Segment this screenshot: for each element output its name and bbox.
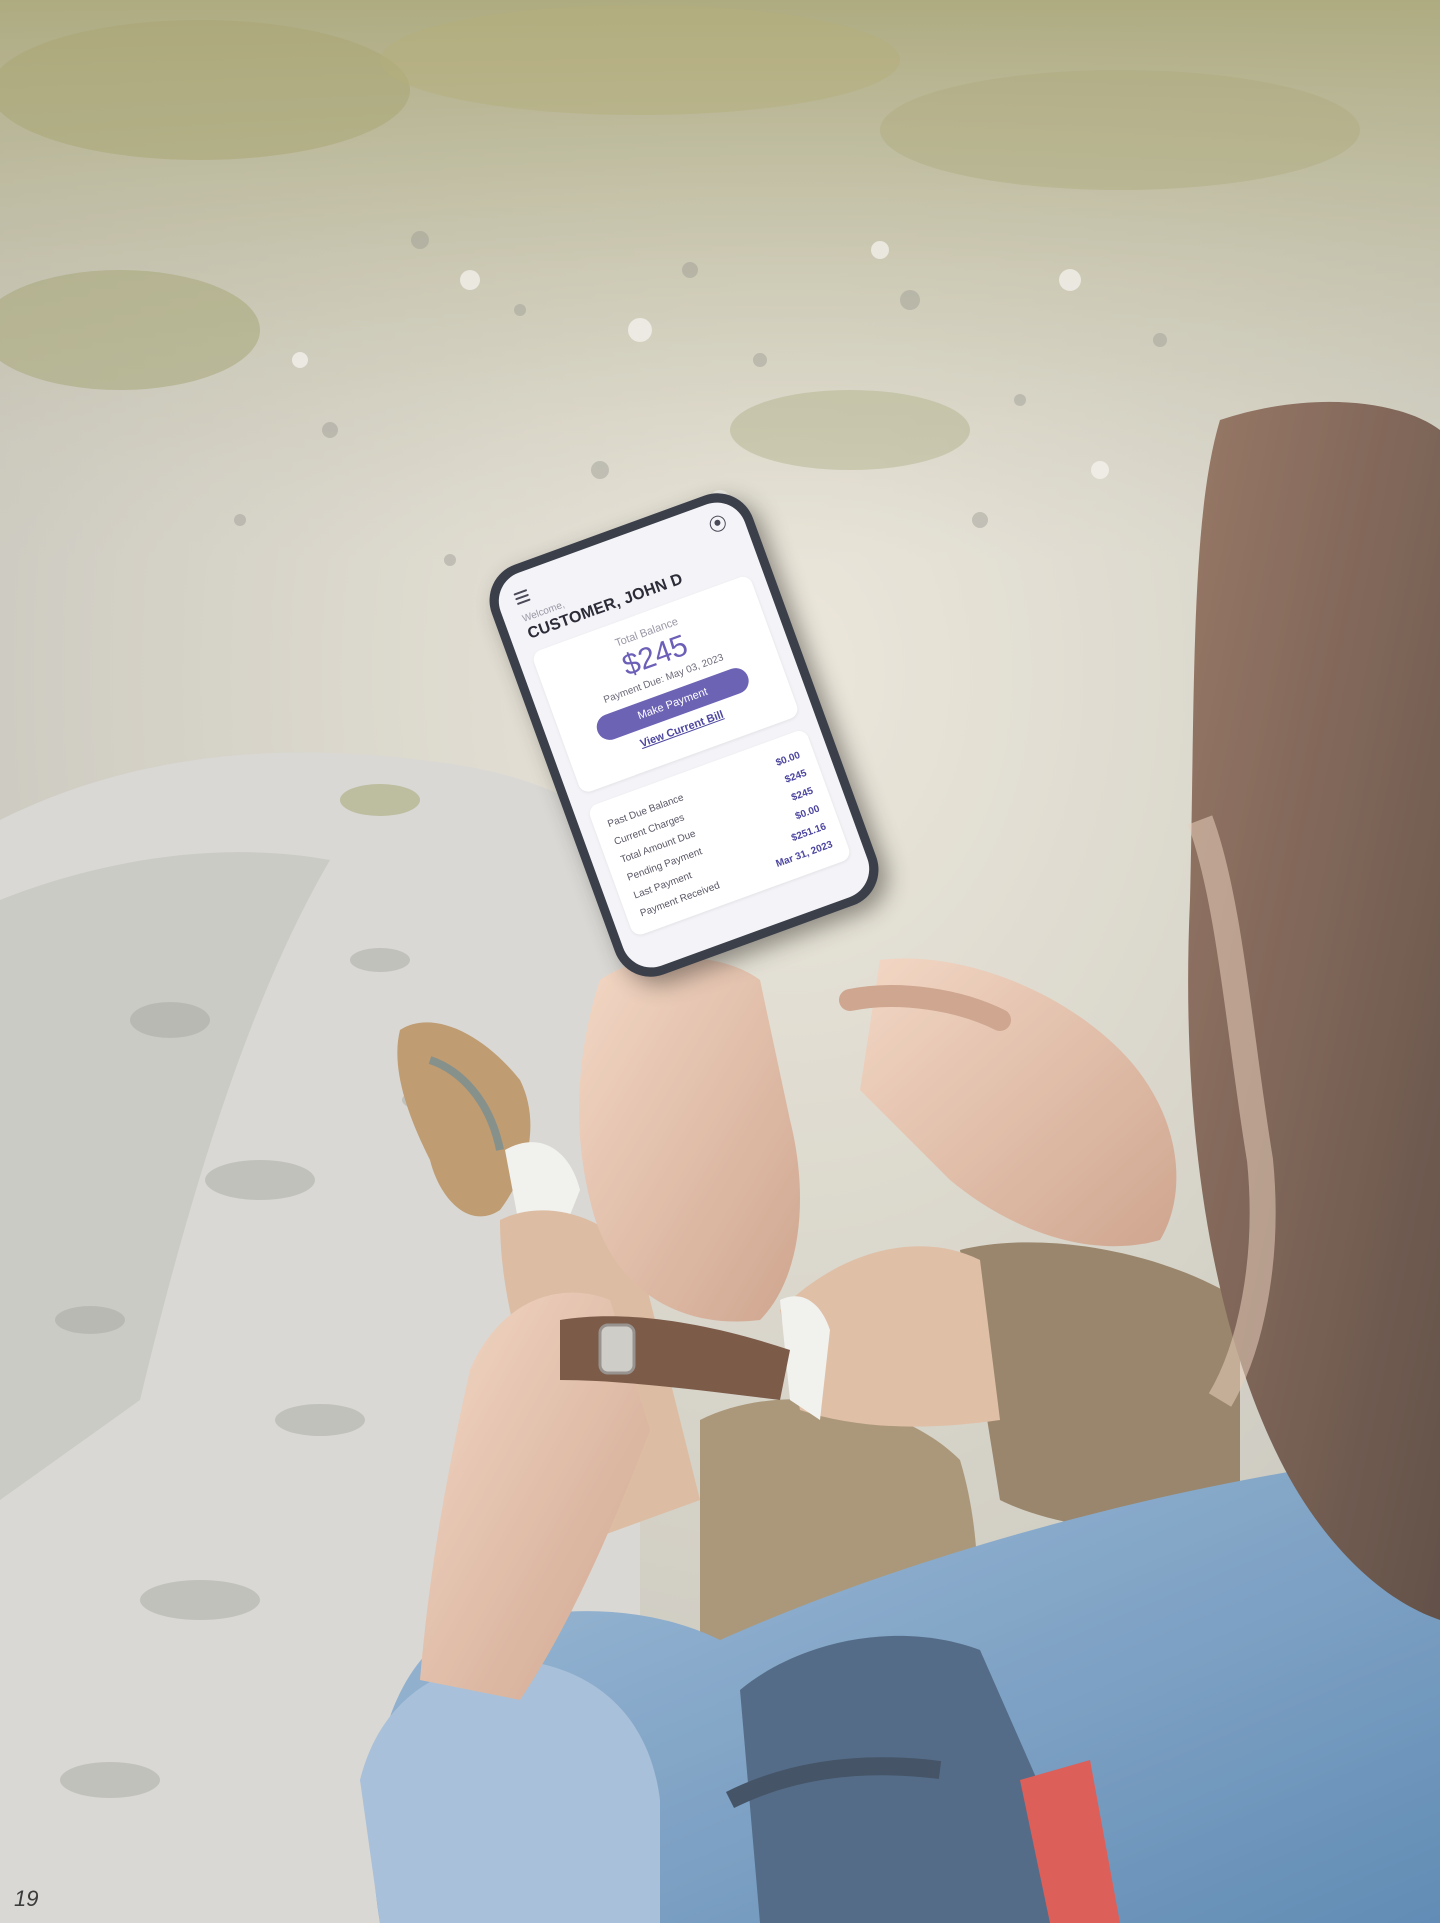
hiker-photo: [0, 0, 1440, 1923]
page-number: 19: [14, 1886, 39, 1911]
photo-scene: Welcome, CUSTOMER, JOHN D Total Balance …: [0, 0, 1440, 1923]
hamburger-menu-icon[interactable]: [513, 589, 531, 608]
user-profile-icon[interactable]: [707, 513, 729, 534]
